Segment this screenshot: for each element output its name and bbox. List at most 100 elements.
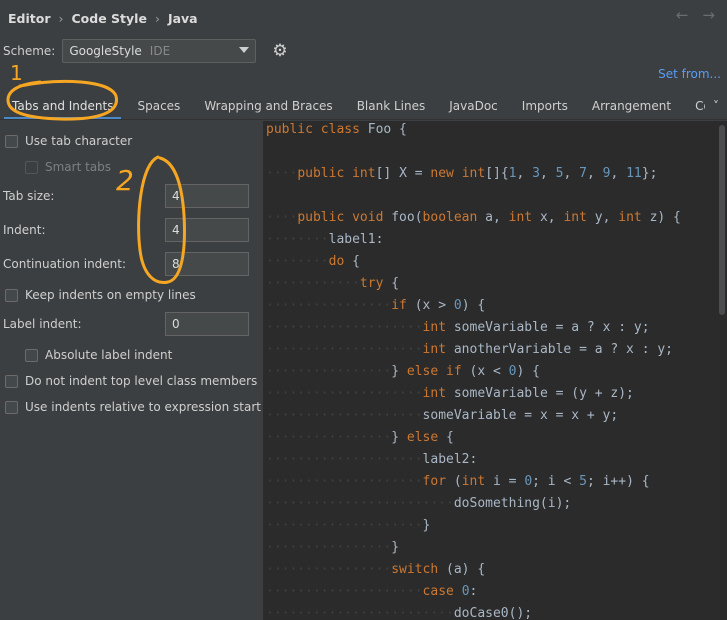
code-text: }	[422, 518, 431, 533]
editor-scrollbar[interactable]	[719, 125, 725, 315]
code-text: y,	[594, 210, 619, 225]
code-preview[interactable]: public class Foo { ····public int[] X = …	[263, 121, 727, 620]
indent-label: Indent:	[3, 223, 46, 237]
code-text: ) {	[516, 364, 540, 379]
code-text: foo(	[391, 210, 423, 225]
keep-indents-label: Keep indents on empty lines	[25, 288, 196, 302]
code-keyword: public void	[297, 210, 392, 225]
tab-blank-lines[interactable]: Blank Lines	[345, 92, 438, 119]
checkbox-icon	[5, 288, 18, 302]
code-text: z) {	[649, 210, 681, 225]
code-line: ····················int anotherVariable …	[266, 339, 673, 361]
indent-field[interactable]: 4	[165, 218, 249, 242]
code-line: ························doSomething(i);	[266, 493, 571, 515]
scheme-dropdown[interactable]: GoogleStyle IDE	[62, 39, 257, 63]
tab-imports[interactable]: Imports	[510, 92, 580, 119]
tab-size-field[interactable]: 4	[165, 184, 249, 208]
annotation-number-1: 1	[10, 61, 23, 85]
code-text: i =	[493, 474, 525, 489]
code-keyword: int	[563, 210, 595, 225]
indent-guide: ············	[266, 276, 360, 291]
label-indent-field[interactable]: 0	[165, 312, 249, 336]
forward-arrow-icon[interactable]: →	[702, 6, 715, 24]
tab-spaces[interactable]: Spaces	[125, 92, 192, 119]
code-number: 11	[626, 166, 642, 181]
use-tab-character-checkbox[interactable]: Use tab character	[5, 134, 132, 148]
code-keyword: if	[391, 298, 415, 313]
absolute-label-indent-checkbox[interactable]: Absolute label indent	[25, 348, 172, 362]
code-number: 7	[579, 166, 587, 181]
smart-tabs-checkbox[interactable]: Smart tabs	[25, 160, 111, 174]
checkbox-icon	[25, 348, 38, 362]
code-text: anotherVariable = a ? x : y;	[453, 342, 674, 357]
continuation-indent-field[interactable]: 8	[165, 252, 249, 276]
indent-guide: ····················	[266, 452, 423, 467]
no-indent-top-level-label: Do not indent top level class members	[25, 374, 258, 388]
code-text: :	[469, 584, 478, 599]
indent-guide: ····················	[266, 518, 423, 533]
code-line: ················switch (a) {	[266, 559, 485, 581]
code-line: ····················int someVariable = (…	[266, 383, 634, 405]
code-text: {	[352, 254, 360, 269]
tab-javadoc[interactable]: JavaDoc	[437, 92, 510, 119]
code-number: 5	[579, 474, 587, 489]
nav-arrows: ← →	[676, 6, 715, 24]
code-line: ····················case 0:	[266, 581, 477, 603]
scheme-row: Scheme: GoogleStyle IDE ⚙	[3, 39, 290, 63]
code-text: label1:	[328, 232, 384, 247]
code-text: {	[446, 430, 454, 445]
keep-indents-checkbox[interactable]: Keep indents on empty lines	[5, 288, 196, 302]
code-text: ,	[539, 166, 556, 181]
checkbox-icon	[25, 160, 38, 174]
indents-relative-checkbox[interactable]: Use indents relative to expression start	[5, 400, 261, 414]
indent-guide: ················	[266, 298, 392, 313]
code-text: doCase0();	[453, 606, 533, 620]
code-line: ············try {	[266, 273, 399, 295]
absolute-label-indent-label: Absolute label indent	[45, 348, 173, 362]
code-text: ,	[610, 166, 627, 181]
indent-guide: ····················	[266, 320, 423, 335]
code-line: ················}	[266, 537, 399, 559]
breadcrumb: Editor › Code Style › Java	[8, 9, 198, 27]
code-number: 0	[524, 474, 533, 489]
code-text: a,	[485, 210, 509, 225]
tab-wrapping-and-braces[interactable]: Wrapping and Braces	[192, 92, 344, 119]
use-tab-character-label: Use tab character	[25, 134, 133, 148]
breadcrumb-editor[interactable]: Editor	[8, 11, 51, 26]
code-text: (a) {	[446, 562, 486, 577]
code-line: ····public int[] X = new int[]{1, 3, 5, …	[266, 163, 657, 185]
tab-tabs-and-indents[interactable]: Tabs and Indents	[0, 92, 125, 119]
set-from-link[interactable]: Set from...	[658, 67, 721, 81]
indent-guide: ····	[266, 210, 298, 225]
scheme-scope: IDE	[149, 44, 171, 58]
indent-guide: ····················	[266, 386, 423, 401]
code-keyword: int	[461, 474, 493, 489]
chevron-down-icon	[239, 47, 250, 53]
code-line: ····················int someVariable = a…	[266, 317, 650, 339]
breadcrumb-code-style[interactable]: Code Style	[72, 11, 147, 26]
code-keyword: switch	[391, 562, 447, 577]
no-indent-top-level-checkbox[interactable]: Do not indent top level class members	[5, 374, 257, 388]
gear-icon[interactable]: ⚙	[272, 42, 290, 60]
back-arrow-icon[interactable]: ←	[676, 6, 689, 24]
scheme-label: Scheme:	[3, 44, 56, 58]
tabs-overflow-icon[interactable]: ˅	[705, 92, 727, 119]
code-text: };	[641, 166, 658, 181]
code-keyword: int	[422, 320, 454, 335]
code-number: 0	[461, 584, 470, 599]
checkbox-icon	[5, 374, 18, 388]
smart-tabs-label: Smart tabs	[45, 160, 112, 174]
code-text: {	[391, 276, 400, 291]
code-keyword: int	[618, 210, 650, 225]
code-line: ················} else if (x < 0) {	[266, 361, 540, 383]
code-keyword: else if	[406, 364, 470, 379]
indent-guide: ················	[266, 364, 392, 379]
code-keyword: new int	[430, 166, 486, 181]
code-text: }	[391, 364, 407, 379]
tab-arrangement[interactable]: Arrangement	[580, 92, 683, 119]
indent-guide: ········	[266, 232, 329, 247]
code-keyword: int	[508, 210, 540, 225]
code-line: ····················}	[266, 515, 430, 537]
continuation-indent-label: Continuation indent:	[3, 257, 127, 271]
tab-bar: Tabs and Indents Spaces Wrapping and Bra…	[0, 92, 727, 120]
